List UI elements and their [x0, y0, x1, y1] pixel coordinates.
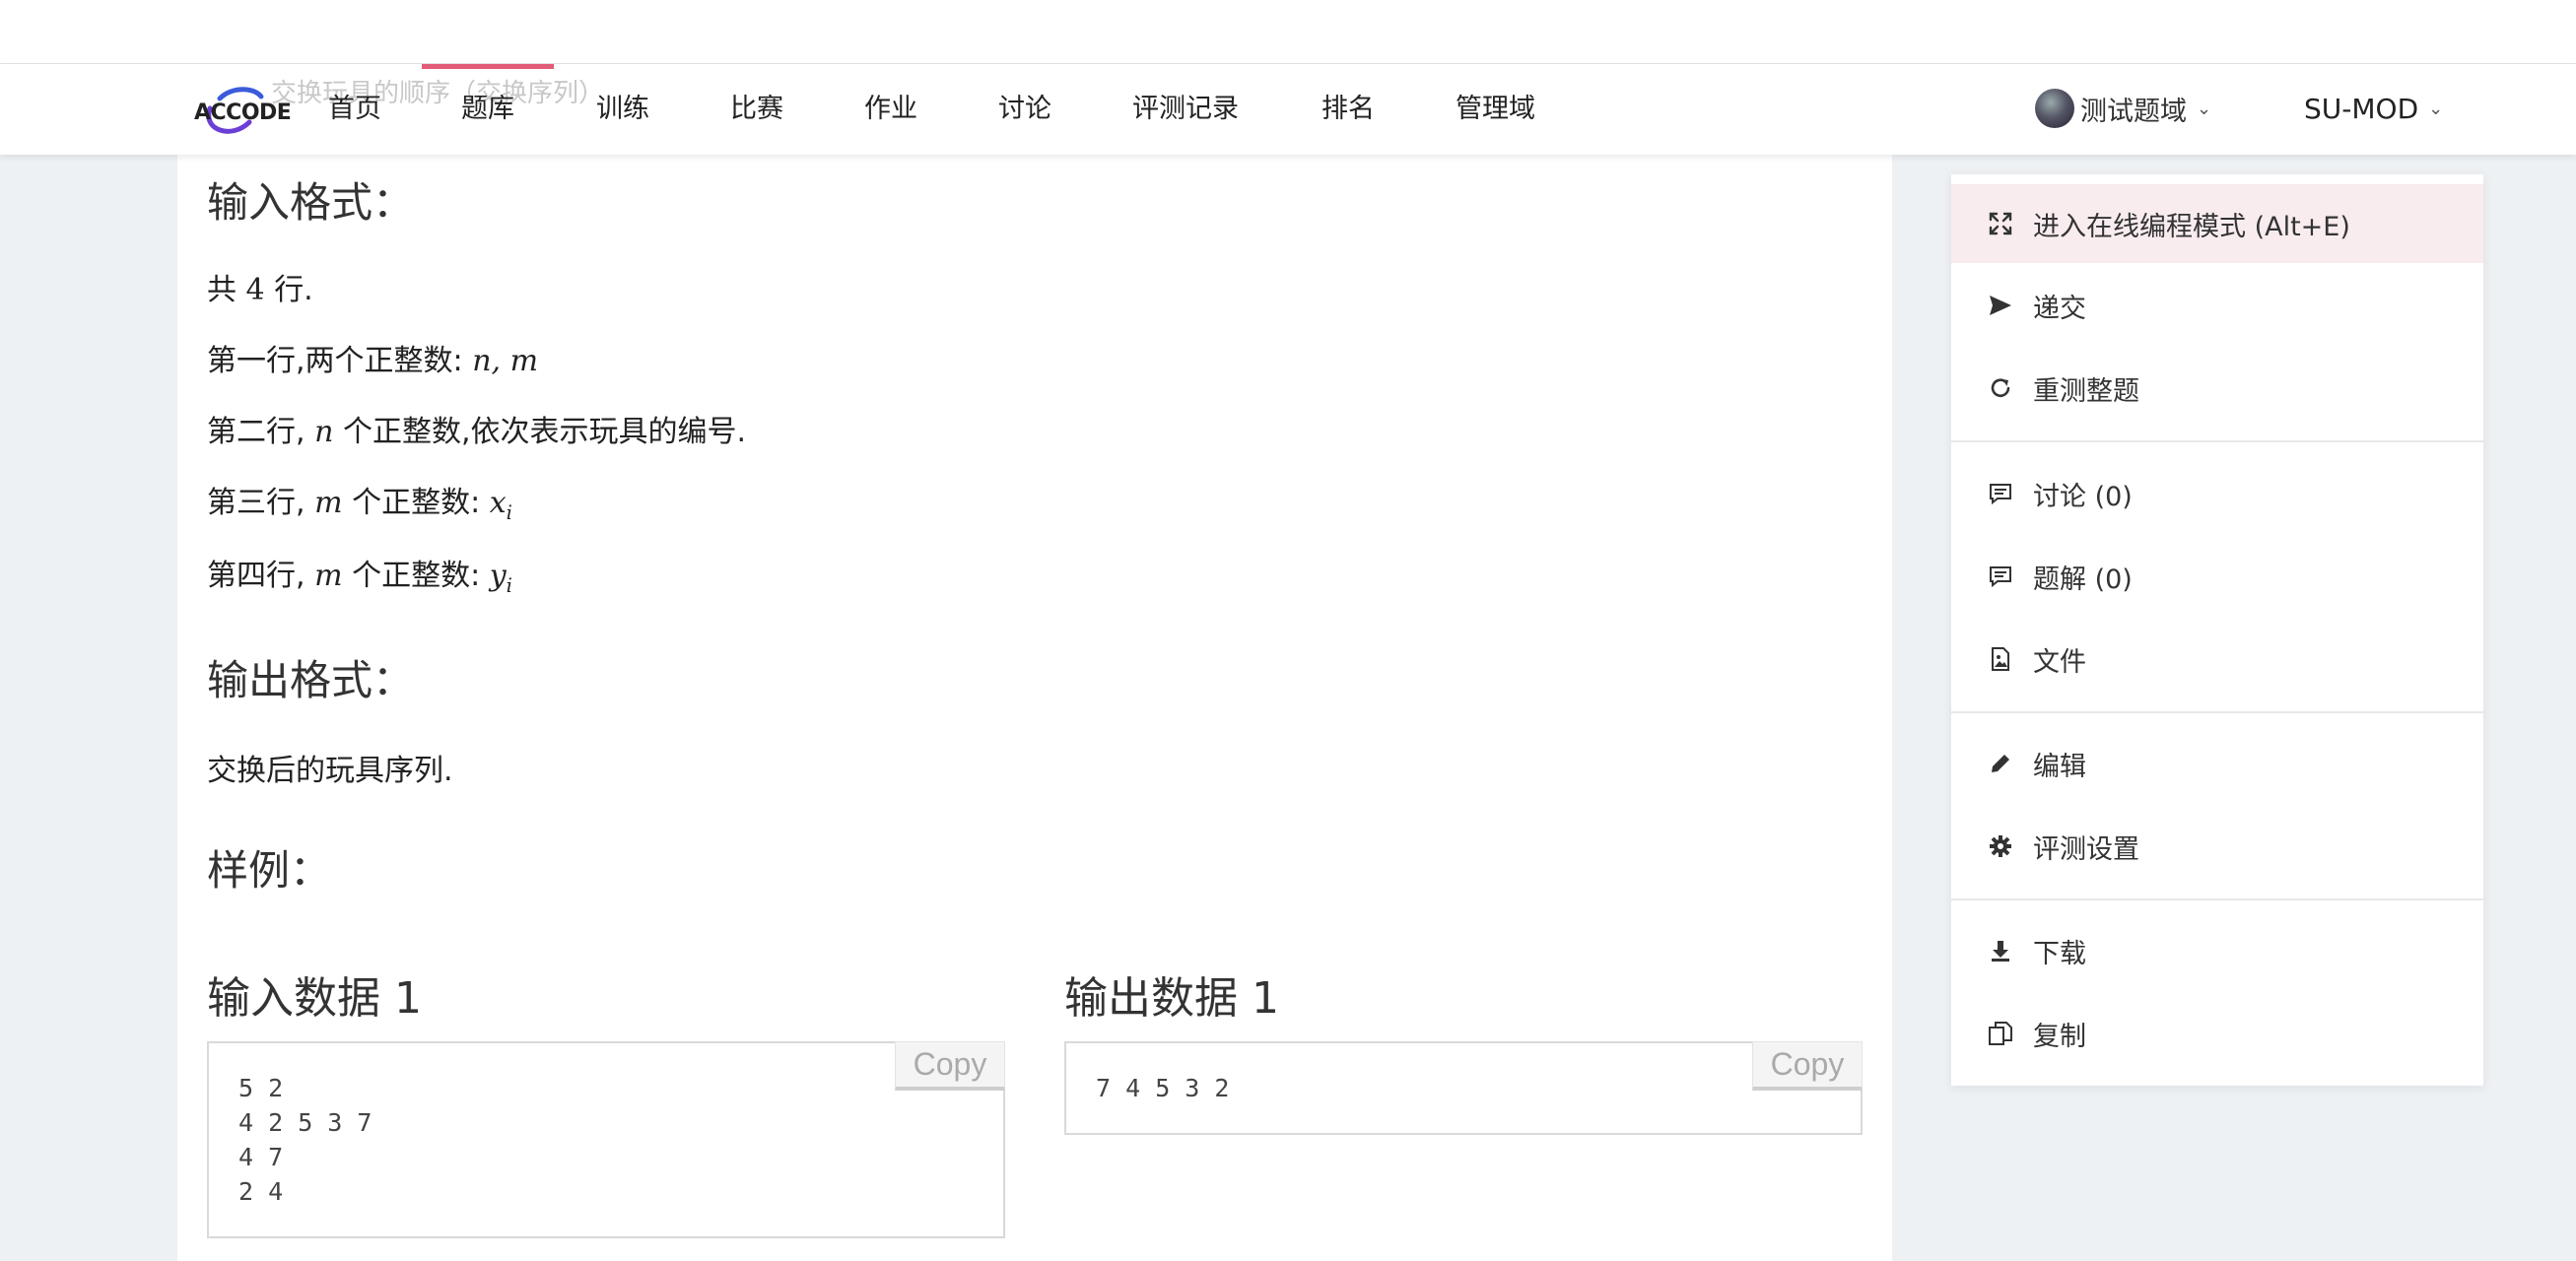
math-expr: m: [314, 559, 343, 593]
math-var: y: [489, 559, 507, 593]
user-label: SU-MOD: [2304, 92, 2419, 125]
menu-label: 重测整题: [2033, 375, 2139, 407]
text: 个正整数,依次表示玩具的编号.: [333, 415, 747, 449]
output-format-heading: 输出格式：: [207, 656, 415, 704]
output-format-text: 交换后的玩具序列.: [207, 754, 453, 788]
input-line-3: 第二行, n 个正整数,依次表示玩具的编号.: [207, 407, 746, 450]
menu-label: 讨论 (0): [2033, 481, 2133, 512]
expand-icon: [1988, 211, 2013, 236]
input-line-2: 第一行,两个正整数: n, m: [207, 336, 538, 379]
send-icon: [1988, 293, 2013, 318]
text: 行.: [274, 273, 313, 307]
nav-ranking[interactable]: 排名: [1322, 64, 1375, 155]
file-image-icon: [1988, 646, 2013, 672]
input-format-heading: 输入格式：: [207, 178, 415, 227]
input-line-1: 共 4 行.: [207, 265, 313, 308]
menu-divider: [1951, 898, 2483, 900]
text: 第三行,: [207, 486, 315, 520]
menu-label: 题解 (0): [2033, 564, 2133, 595]
menu-label: 下载: [2033, 938, 2086, 969]
chevron-down-icon: ⌄: [2428, 98, 2444, 119]
sample-output-box[interactable]: 7 4 5 3 2 Copy: [1064, 1041, 1863, 1135]
text: 共: [207, 273, 237, 307]
menu-divider: [1951, 440, 2483, 442]
math-expr: n, m: [472, 344, 539, 378]
nav-contest[interactable]: 比赛: [730, 64, 783, 155]
nav-records[interactable]: 评测记录: [1132, 64, 1239, 155]
menu-item-download[interactable]: 下载: [1951, 911, 2483, 990]
menu-label: 文件: [2033, 646, 2086, 678]
menu-label: 编辑: [2033, 751, 2086, 782]
menu-item-scratchpad[interactable]: 进入在线编程模式 (Alt+E): [1951, 184, 2483, 263]
menu-label: 评测设置: [2033, 833, 2139, 865]
text: 第一行,两个正整数:: [207, 344, 473, 378]
menu-label: 递交: [2033, 293, 2086, 324]
menu-item-discussion[interactable]: 讨论 (0): [1951, 454, 2483, 533]
comment-icon: [1988, 564, 2013, 589]
nav-discussion[interactable]: 讨论: [998, 64, 1051, 155]
site-logo[interactable]: ACCODE: [192, 79, 292, 140]
nav-manage-domain[interactable]: 管理域: [1456, 64, 1535, 155]
nav-home[interactable]: 首页: [328, 64, 381, 155]
faded-problem-title: 交换玩具的顺序（交换序列）: [271, 79, 605, 108]
copy-icon: [1988, 1021, 2013, 1046]
pencil-icon: [1988, 751, 2013, 776]
sample-heading: 样例：: [207, 846, 332, 895]
menu-item-submit[interactable]: 递交: [1951, 266, 2483, 345]
domain-switcher[interactable]: 测试题域 ⌄: [2035, 84, 2211, 133]
math-num: 4: [245, 273, 265, 307]
comment-icon: [1988, 481, 2013, 506]
math-sub: i: [506, 500, 512, 524]
sample-input-box[interactable]: 5 2 4 2 5 3 7 4 7 2 4 Copy: [207, 1041, 1005, 1238]
download-icon: [1988, 938, 2013, 963]
menu-divider: [1951, 711, 2483, 713]
sample-output-title: 输出数据 1: [1064, 973, 1279, 1024]
menu-item-rejudge[interactable]: 重测整题: [1951, 349, 2483, 428]
refresh-icon: [1988, 375, 2013, 401]
nav-training[interactable]: 训练: [596, 64, 649, 155]
menu-item-edit[interactable]: 编辑: [1951, 724, 2483, 803]
user-menu[interactable]: SU-MOD ⌄: [2304, 84, 2443, 133]
text: 个正整数:: [342, 559, 490, 593]
copy-output-button[interactable]: Copy: [1752, 1041, 1863, 1091]
math-expr: m: [314, 486, 343, 520]
sample-input-code: 5 2 4 2 5 3 7 4 7 2 4: [238, 1074, 373, 1206]
sample-output-code: 7 4 5 3 2: [1096, 1074, 1230, 1102]
gear-icon: [1988, 833, 2013, 859]
nav-homework[interactable]: 作业: [864, 64, 917, 155]
text: 第四行,: [207, 559, 315, 593]
domain-label: 测试题域: [2080, 96, 2187, 127]
problem-content: 输入格式： 共 4 行. 第一行,两个正整数: n, m 第二行, n 个正整数…: [177, 155, 1892, 1261]
menu-item-copy[interactable]: 复制: [1951, 994, 2483, 1073]
math-var: x: [489, 486, 507, 520]
sample-input-title: 输入数据 1: [207, 973, 422, 1024]
domain-avatar: [2035, 89, 2074, 128]
text: 第二行,: [207, 415, 315, 449]
browser-top-strip: [0, 0, 2576, 64]
problem-actions-menu: 进入在线编程模式 (Alt+E) 递交 重测整题 讨论 (0) 题解 (0) 文…: [1951, 174, 2483, 1086]
menu-item-judge-settings[interactable]: 评测设置: [1951, 807, 2483, 886]
menu-item-solutions[interactable]: 题解 (0): [1951, 537, 2483, 616]
math-expr: n: [314, 415, 334, 449]
menu-label: 进入在线编程模式 (Alt+E): [2033, 211, 2350, 242]
math-sub: i: [506, 573, 512, 597]
text: 个正整数:: [342, 486, 490, 520]
copy-input-button[interactable]: Copy: [895, 1041, 1005, 1091]
chevron-down-icon: ⌄: [2197, 98, 2212, 119]
menu-item-files[interactable]: 文件: [1951, 620, 2483, 698]
menu-label: 复制: [2033, 1021, 2086, 1052]
input-line-5: 第四行, m 个正整数: yi: [207, 551, 512, 597]
input-line-4: 第三行, m 个正整数: xi: [207, 478, 512, 524]
nav-problems[interactable]: 题库: [422, 64, 554, 155]
